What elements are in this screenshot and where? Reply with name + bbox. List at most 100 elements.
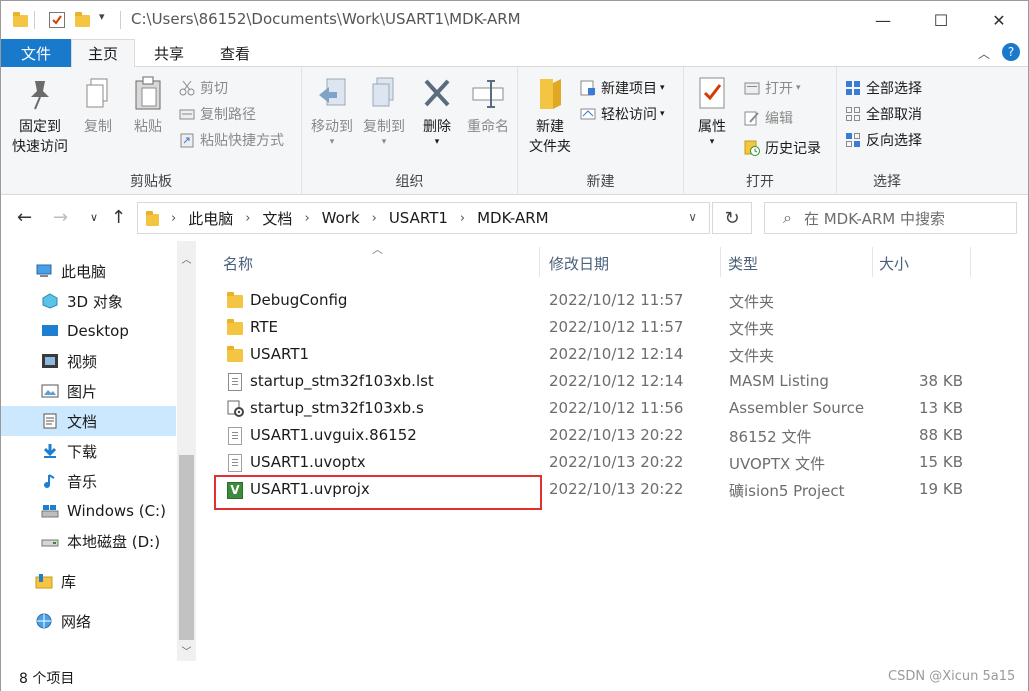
open-button[interactable]: 打开 ▾	[744, 77, 801, 99]
copy-label: 复制	[84, 119, 112, 135]
new-item-button[interactable]: 新建项目 ▾	[580, 77, 665, 99]
drive-icon	[41, 503, 59, 519]
invert-selection-icon	[845, 132, 861, 148]
help-icon[interactable]: ?	[1002, 43, 1020, 61]
file-row[interactable]: DebugConfig 2022/10/12 11:57 文件夹	[219, 287, 979, 314]
copy-path-button[interactable]: 复制路径	[179, 103, 256, 125]
column-type[interactable]: 类型	[728, 253, 758, 274]
copy-to-button[interactable]: 复制到 ▾	[358, 75, 410, 147]
chevron-right-icon: ›	[304, 210, 310, 226]
clipboard-group: 固定到 快速访问 复制 粘贴 剪切 复制路径 粘贴快捷方式 剪贴板	[1, 67, 302, 195]
cut-button[interactable]: 剪切	[179, 77, 228, 99]
collapse-ribbon-icon[interactable]: ︿	[978, 45, 990, 62]
nav-item-downloads[interactable]: 下载	[1, 436, 176, 466]
paste-icon	[131, 75, 165, 113]
search-input[interactable]: ⌕ 在 MDK-ARM 中搜索	[764, 202, 1017, 234]
properties-button[interactable]: 属性 ▾	[690, 75, 734, 147]
rename-button[interactable]: 重命名	[462, 75, 514, 137]
refresh-button[interactable]: ↻	[712, 202, 752, 234]
nav-item-drive-d[interactable]: 本地磁盘 (D:)	[1, 526, 176, 556]
address-bar[interactable]: › 此电脑 › 文档 › Work › USART1 › MDK-ARM ∨	[137, 202, 710, 234]
recent-locations-icon[interactable]: ∨	[90, 211, 98, 224]
document-icon	[227, 427, 243, 445]
nav-label: Desktop	[67, 322, 129, 340]
organize-group: 移动到 ▾ 复制到 ▾ 删除 ▾ 重命名 组织	[302, 67, 518, 195]
nav-item-this-pc[interactable]: 此电脑	[1, 256, 176, 286]
column-size[interactable]: 大小	[879, 253, 909, 274]
file-row[interactable]: startup_stm32f103xb.lst 2022/10/12 12:14…	[219, 368, 979, 395]
delete-button[interactable]: 删除 ▾	[416, 75, 458, 147]
select-all-button[interactable]: 全部选择	[845, 77, 922, 99]
paste-button[interactable]: 粘贴	[127, 75, 169, 137]
tab-home[interactable]: 主页	[71, 39, 135, 68]
move-to-icon	[315, 75, 349, 113]
column-divider[interactable]	[720, 247, 721, 277]
invert-selection-button[interactable]: 反向选择	[845, 129, 922, 151]
pin-quick-access-button[interactable]: 固定到 快速访问	[7, 75, 73, 157]
scissors-icon	[179, 80, 195, 96]
file-row[interactable]: RTE 2022/10/12 11:57 文件夹	[219, 314, 979, 341]
nav-pane-scrollbar[interactable]: ︿ ﹀	[177, 241, 196, 661]
maximize-button[interactable]: ☐	[912, 1, 970, 39]
history-button[interactable]: 历史记录	[744, 137, 821, 159]
navigation-pane: 此电脑 3D 对象 Desktop 视频 图片 文档 下载 音乐 Windows…	[1, 241, 197, 661]
easy-access-button[interactable]: 轻松访问 ▾	[580, 103, 665, 125]
file-date: 2022/10/13 20:22	[549, 453, 684, 471]
breadcrumb-mdk-arm[interactable]: MDK-ARM	[477, 209, 548, 227]
scroll-down-icon[interactable]: ﹀	[177, 643, 196, 658]
column-divider[interactable]	[872, 247, 873, 277]
file-row[interactable]: startup_stm32f103xb.s 2022/10/12 11:56 A…	[219, 395, 979, 422]
navigation-bar: ← → ∨ ↑ › 此电脑 › 文档 › Work › USART1 › MDK…	[1, 195, 1028, 241]
file-row[interactable]: USART1.uvoptx 2022/10/13 20:22 UVOPTX 文件…	[219, 449, 979, 476]
new-folder-button[interactable]: 新建 文件夹	[524, 75, 576, 157]
dropdown-arrow-icon: ▾	[660, 109, 665, 119]
breadcrumb-work[interactable]: Work	[322, 209, 360, 227]
column-name[interactable]: 名称	[223, 253, 253, 274]
minimize-button[interactable]: —	[854, 1, 912, 39]
file-size: 13 KB	[919, 399, 963, 417]
scroll-up-icon[interactable]: ︿	[177, 251, 196, 266]
drive-icon	[41, 533, 59, 549]
copy-button[interactable]: 复制	[77, 75, 119, 137]
folder-icon	[227, 292, 243, 310]
forward-arrow-icon[interactable]: →	[53, 207, 68, 228]
nav-item-videos[interactable]: 视频	[1, 346, 176, 376]
column-divider[interactable]	[970, 247, 971, 277]
ribbon: 固定到 快速访问 复制 粘贴 剪切 复制路径 粘贴快捷方式 剪贴板 移动到 ▾ …	[1, 67, 1028, 195]
column-date-modified[interactable]: 修改日期	[549, 253, 609, 274]
nav-item-libraries[interactable]: 库	[1, 566, 176, 596]
nav-item-3d-objects[interactable]: 3D 对象	[1, 286, 176, 316]
breadcrumb-usart1[interactable]: USART1	[389, 209, 448, 227]
paste-shortcut-button[interactable]: 粘贴快捷方式	[179, 129, 284, 151]
divider	[120, 11, 121, 29]
pin-label-1: 固定到	[19, 119, 61, 135]
nav-item-desktop[interactable]: Desktop	[1, 316, 176, 346]
customize-toolbar-icon[interactable]: ▾	[99, 10, 105, 26]
close-button[interactable]: ✕	[970, 1, 1028, 39]
file-row[interactable]: USART1.uvguix.86152 2022/10/13 20:22 861…	[219, 422, 979, 449]
nav-label: 网络	[61, 612, 92, 631]
nav-item-music[interactable]: 音乐	[1, 466, 176, 496]
nav-item-drive-c[interactable]: Windows (C:)	[1, 496, 176, 526]
edit-button[interactable]: 编辑	[744, 107, 793, 129]
new-item-icon	[580, 80, 596, 96]
nav-item-network[interactable]: 网络	[1, 606, 176, 636]
breadcrumb-documents[interactable]: 文档	[262, 208, 292, 229]
up-arrow-icon[interactable]: ↑	[111, 207, 126, 228]
column-divider[interactable]	[539, 247, 540, 277]
tab-view[interactable]: 查看	[203, 39, 267, 68]
tab-file[interactable]: 文件	[1, 39, 71, 67]
nav-item-documents[interactable]: 文档	[1, 406, 176, 436]
document-icon	[227, 454, 243, 472]
back-arrow-icon[interactable]: ←	[17, 207, 32, 228]
properties-quick-icon[interactable]	[49, 12, 65, 28]
nav-item-pictures[interactable]: 图片	[1, 376, 176, 406]
file-row[interactable]: USART1 2022/10/12 12:14 文件夹	[219, 341, 979, 368]
select-none-button[interactable]: 全部取消	[845, 103, 922, 125]
scrollbar-thumb[interactable]	[179, 455, 194, 640]
address-dropdown-icon[interactable]: ∨	[688, 210, 697, 224]
tab-share[interactable]: 共享	[137, 39, 201, 68]
move-to-button[interactable]: 移动到 ▾	[306, 75, 358, 147]
breadcrumb-this-pc[interactable]: 此电脑	[188, 208, 233, 229]
dropdown-arrow-icon: ▾	[381, 137, 387, 147]
